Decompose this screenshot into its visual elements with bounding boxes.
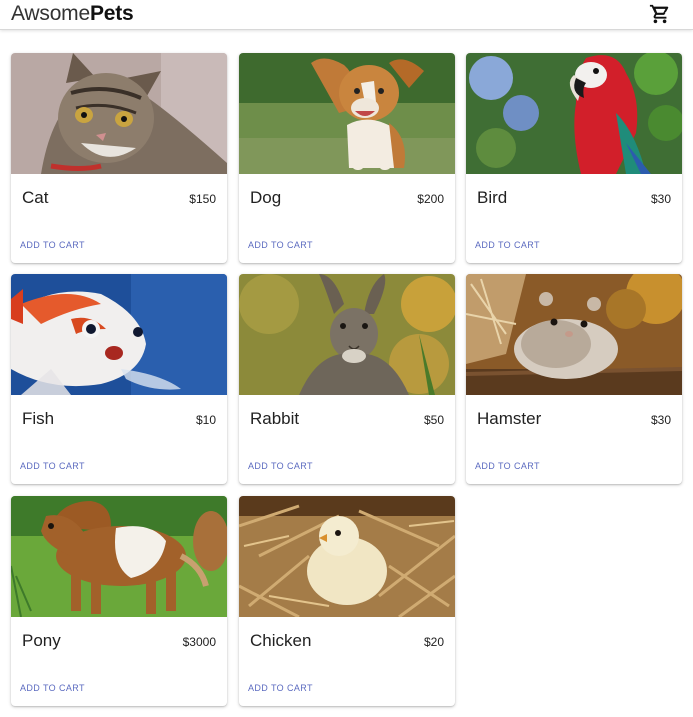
product-price: $30 xyxy=(650,192,671,206)
product-price: $200 xyxy=(417,192,444,206)
product-name: Bird xyxy=(477,188,508,207)
chicken-photo xyxy=(239,496,455,617)
product-name: Hamster xyxy=(477,409,542,428)
rabbit-photo xyxy=(239,274,455,395)
product-card-chicken: Chicken $20 ADD TO CART xyxy=(239,496,455,706)
add-to-cart-button[interactable]: ADD TO CART xyxy=(475,240,540,250)
product-price: $150 xyxy=(189,192,216,206)
pony-photo xyxy=(11,496,227,617)
add-to-cart-button[interactable]: ADD TO CART xyxy=(20,683,85,693)
product-name: Pony xyxy=(22,631,61,650)
dog-photo xyxy=(239,53,455,174)
product-price: $50 xyxy=(423,413,444,427)
product-name: Cat xyxy=(22,188,49,207)
fish-photo xyxy=(11,274,227,395)
add-to-cart-button[interactable]: ADD TO CART xyxy=(248,683,313,693)
add-to-cart-button[interactable]: ADD TO CART xyxy=(20,461,85,471)
cat-photo xyxy=(11,53,227,174)
add-to-cart-button[interactable]: ADD TO CART xyxy=(475,461,540,471)
product-name: Chicken xyxy=(250,631,312,650)
product-price: $3000 xyxy=(182,635,216,649)
product-card-rabbit: Rabbit $50 ADD TO CART xyxy=(239,274,455,484)
brand-logo[interactable]: AwsomePets xyxy=(11,1,134,27)
add-to-cart-button[interactable]: ADD TO CART xyxy=(248,240,313,250)
app-bar: AwsomePets xyxy=(0,0,693,30)
product-price: $30 xyxy=(650,413,671,427)
product-card-bird: Bird $30 ADD TO CART xyxy=(466,53,682,263)
product-name: Rabbit xyxy=(250,409,300,428)
brand-name-light: Awsome xyxy=(11,2,90,25)
add-to-cart-button[interactable]: ADD TO CART xyxy=(248,461,313,471)
hamster-photo xyxy=(466,274,682,395)
product-card-dog: Dog $200 ADD TO CART xyxy=(239,53,455,263)
add-to-cart-button[interactable]: ADD TO CART xyxy=(20,240,85,250)
product-card-hamster: Hamster $30 ADD TO CART xyxy=(466,274,682,484)
product-name: Dog xyxy=(250,188,282,207)
brand-name-bold: Pets xyxy=(89,2,134,25)
product-price: $10 xyxy=(195,413,216,427)
product-price: $20 xyxy=(423,635,444,649)
product-card-fish: Fish $10 ADD TO CART xyxy=(11,274,227,484)
bird-photo xyxy=(466,53,682,174)
product-card-cat: Cat $150 ADD TO CART xyxy=(11,53,227,263)
product-card-pony: Pony $3000 ADD TO CART xyxy=(11,496,227,706)
product-name: Fish xyxy=(22,409,55,428)
shopping-cart-icon[interactable] xyxy=(649,3,671,25)
